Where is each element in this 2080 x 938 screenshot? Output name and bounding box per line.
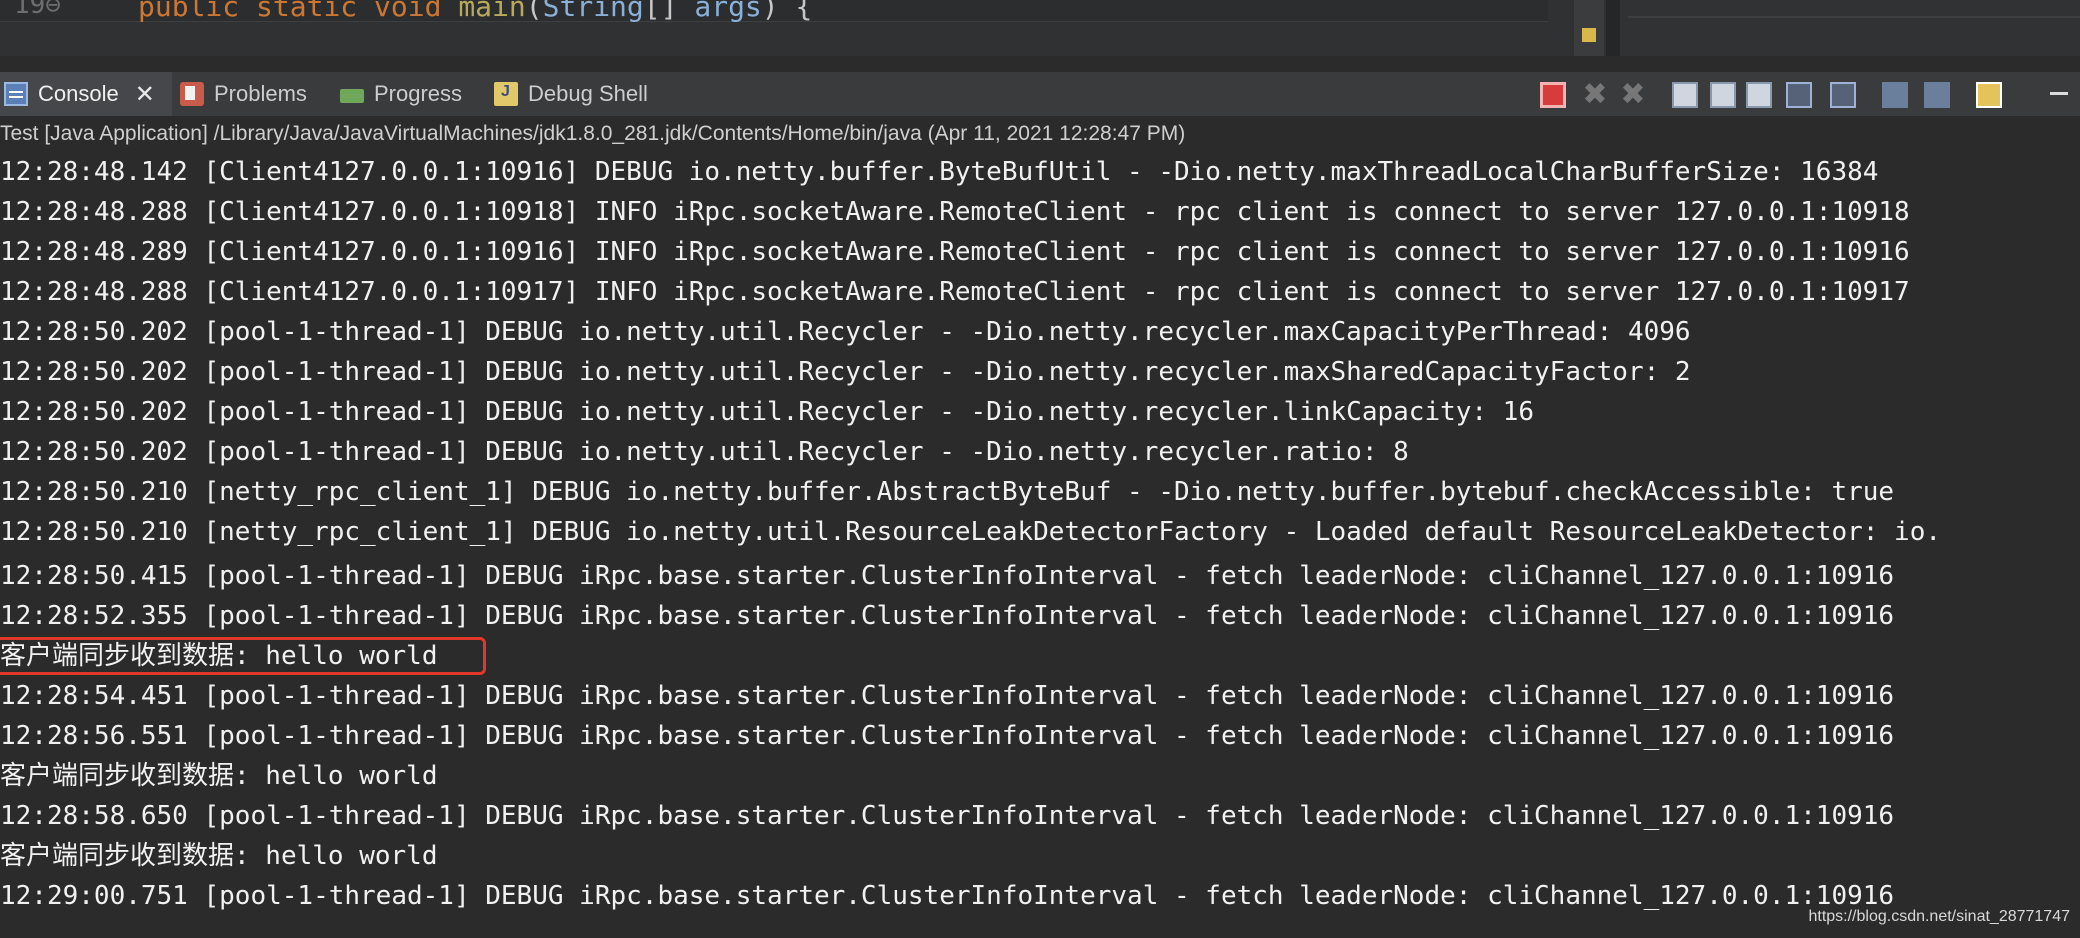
console-line: 12:28:48.142 [Client4127.0.0.1:10916] DE…	[0, 157, 1879, 187]
tab-debug-shell[interactable]: Debug Shell	[494, 72, 648, 116]
problems-icon	[180, 82, 204, 106]
tab-label: Progress	[374, 81, 463, 106]
outline-divider	[1628, 16, 2080, 18]
show-on-stderr-icon[interactable]	[1830, 82, 1856, 108]
console-line: 12:28:56.551 [pool-1-thread-1] DEBUG iRp…	[0, 721, 1895, 751]
word-wrap-icon[interactable]	[1746, 82, 1772, 108]
view-splitter[interactable]	[1606, 0, 1620, 56]
tab-console[interactable]: Console ✕	[0, 72, 172, 116]
tab-progress[interactable]: Progress	[340, 72, 462, 116]
keyword-public: public	[138, 0, 240, 23]
tab-problems[interactable]: Problems	[180, 72, 307, 116]
console-line: 12:28:48.289 [Client4127.0.0.1:10916] IN…	[0, 237, 1910, 267]
show-on-stdout-icon[interactable]	[1786, 82, 1812, 108]
progress-icon	[340, 89, 364, 103]
code-area[interactable]: 19⊖ public static void main(String[] arg…	[0, 0, 1548, 23]
launch-description: Test [Java Application] /Library/Java/Ja…	[0, 122, 1186, 145]
console-line: 12:28:48.288 [Client4127.0.0.1:10917] IN…	[0, 277, 1910, 307]
paren-close: ) {	[761, 0, 813, 23]
tab-label: Debug Shell	[528, 81, 648, 106]
terminate-icon[interactable]	[1540, 82, 1566, 108]
console-line: 12:28:50.415 [pool-1-thread-1] DEBUG iRp…	[0, 561, 1895, 591]
console-line: 12:28:50.210 [netty_rpc_client_1] DEBUG …	[0, 477, 1895, 507]
console-line: 12:28:58.650 [pool-1-thread-1] DEBUG iRp…	[0, 801, 1895, 831]
open-console-icon[interactable]	[1976, 82, 2002, 108]
console-line: 12:28:54.451 [pool-1-thread-1] DEBUG iRp…	[0, 681, 1895, 711]
method-name: main	[458, 0, 526, 23]
paren-open: (	[525, 0, 543, 23]
watermark: https://blog.csdn.net/sinat_28771747	[1808, 908, 2070, 925]
debug-shell-icon	[494, 82, 518, 106]
tab-label: Problems	[214, 81, 307, 106]
console-line: 12:28:50.202 [pool-1-thread-1] DEBUG io.…	[0, 397, 1535, 427]
console-line: 12:28:50.202 [pool-1-thread-1] DEBUG io.…	[0, 437, 1409, 467]
tab-label: Console	[38, 81, 119, 106]
keyword-static: static	[256, 0, 358, 23]
console-line: 客户端同步收到数据: hello world	[0, 641, 438, 671]
code-editor[interactable]: 19⊖ public static void main(String[] arg…	[0, 0, 2080, 56]
pin-console-icon[interactable]	[1882, 82, 1908, 108]
console-line: 12:28:52.355 [pool-1-thread-1] DEBUG iRp…	[0, 601, 1895, 631]
console-icon	[4, 82, 28, 106]
console-line: 客户端同步收到数据: hello world	[0, 841, 438, 871]
console-line: 12:29:00.751 [pool-1-thread-1] DEBUG iRp…	[0, 881, 1895, 911]
console-line: 12:28:48.288 [Client4127.0.0.1:10918] IN…	[0, 197, 1910, 227]
close-icon[interactable]: ✕	[135, 80, 155, 109]
outline-panel	[1620, 0, 2080, 56]
console-line: 12:28:50.202 [pool-1-thread-1] DEBUG io.…	[0, 357, 1691, 387]
clear-console-icon[interactable]	[1672, 82, 1698, 108]
type-name: String	[542, 0, 644, 23]
console-line: 12:28:50.210 [netty_rpc_client_1] DEBUG …	[0, 517, 1942, 547]
console-toolbar: ✖ ✖	[1520, 72, 2080, 116]
console-line: 客户端同步收到数据: hello world	[0, 761, 438, 791]
console-line: 12:28:50.202 [pool-1-thread-1] DEBUG io.…	[0, 317, 1691, 347]
keyword-void: void	[374, 0, 442, 23]
display-selected-console-icon[interactable]	[1924, 82, 1950, 108]
editor-overview-ruler[interactable]	[1574, 0, 1604, 56]
remove-all-terminated-icon[interactable]: ✖	[1620, 80, 1646, 110]
remove-launch-icon[interactable]: ✖	[1582, 80, 1608, 110]
line-number: 19⊖	[14, 0, 61, 20]
array-brackets: []	[643, 0, 678, 23]
console-view-tabbar: Console ✕ Problems Progress Debug Shell …	[0, 72, 2080, 117]
minimize-icon[interactable]	[2050, 92, 2068, 95]
arg-name: args	[694, 0, 762, 23]
code-line[interactable]: public static void main(String[] args) {	[138, 0, 812, 23]
console-output[interactable]: 12:28:48.142 [Client4127.0.0.1:10916] DE…	[0, 152, 2080, 912]
scroll-lock-icon[interactable]	[1710, 82, 1736, 108]
warning-marker-icon[interactable]	[1582, 28, 1596, 42]
